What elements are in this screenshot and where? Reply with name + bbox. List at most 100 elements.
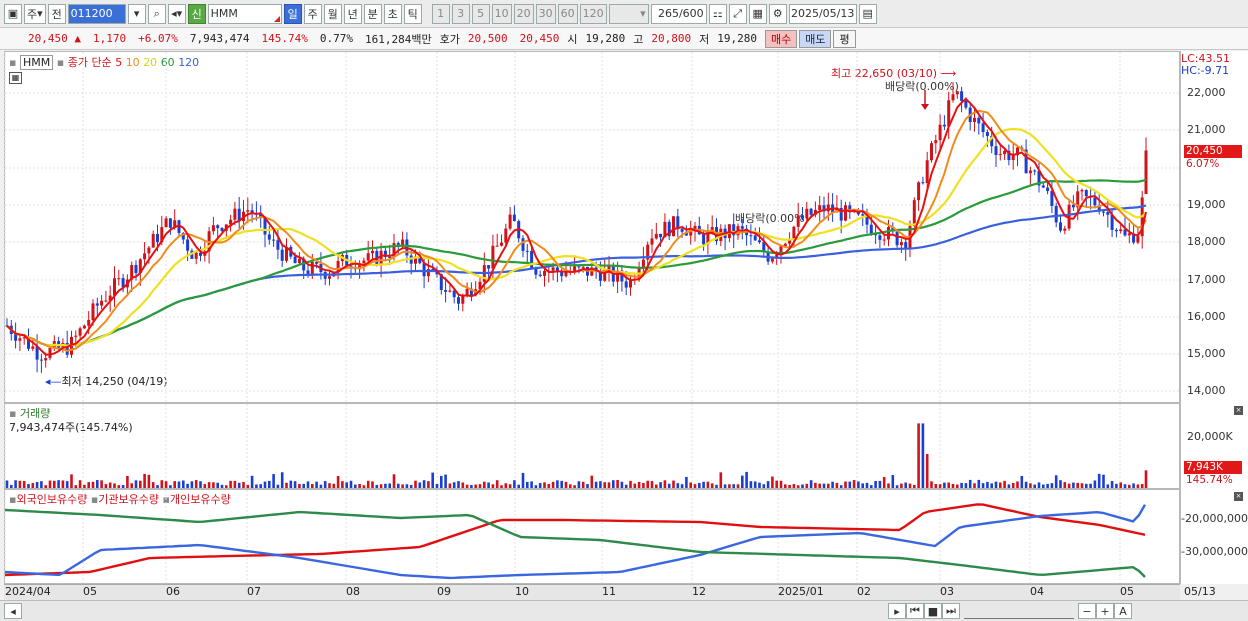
volume-bar [272, 474, 275, 488]
candle-body [211, 225, 215, 232]
volume-bar [104, 484, 108, 488]
volume-bar [698, 483, 701, 488]
volume-bar [1029, 483, 1032, 488]
candle-body [882, 239, 886, 241]
candle-body [297, 258, 301, 264]
volume-bar [139, 480, 142, 488]
volume-bar [366, 480, 370, 488]
volume-bar [706, 481, 710, 488]
candle-body [1119, 229, 1123, 232]
volume-bar [414, 480, 417, 488]
volume-bar [805, 483, 809, 488]
candle-body [147, 247, 151, 254]
volume-bar [947, 482, 950, 488]
volume-bar [220, 484, 224, 488]
candle-body [293, 256, 297, 264]
volume-bar [749, 481, 753, 488]
volume-bar [121, 485, 125, 488]
candle-body [104, 300, 108, 302]
volume-bar [977, 479, 981, 488]
candle-body [500, 242, 503, 246]
x-tick-label: 09 [437, 585, 451, 598]
candle-body [422, 263, 426, 277]
candle-body [1059, 222, 1062, 231]
x-tick-label: 12 [692, 585, 706, 598]
x-tick-label: 05 [1120, 585, 1134, 598]
volume-bar [521, 472, 525, 488]
candle-body [1028, 170, 1032, 174]
volume-bar [397, 483, 400, 488]
volume-bar [83, 484, 86, 488]
volume-bar [379, 484, 383, 488]
volume-bar [526, 481, 529, 488]
candle-body [371, 250, 374, 254]
candle-body [267, 234, 271, 240]
candle-body [512, 214, 516, 222]
volume-bar [96, 480, 99, 488]
candle-body [233, 208, 237, 220]
volume-bar [478, 484, 482, 488]
x-tick-label: 11 [602, 585, 616, 598]
volume-bar [1140, 484, 1144, 488]
volume-bar [680, 484, 684, 488]
volume-bar [319, 484, 323, 488]
volume-bar [581, 481, 585, 488]
volume-bar [908, 483, 912, 488]
volume-bar [1085, 483, 1088, 488]
volume-bar [384, 483, 387, 488]
volume-bar [1080, 483, 1084, 488]
volume-bar [263, 481, 267, 488]
x-tick-label: 02 [857, 585, 871, 598]
volume-bar [968, 479, 972, 488]
volume-bar [530, 481, 533, 488]
volume-bar [311, 483, 314, 488]
candle-body [1084, 190, 1088, 197]
candle-body [280, 249, 284, 261]
candle-body [973, 117, 976, 122]
candle-body [770, 258, 774, 262]
volume-bar [960, 482, 963, 488]
candle-body [48, 348, 52, 359]
volume-bar [465, 484, 469, 488]
volume-bar [603, 482, 606, 488]
volume-bar [956, 484, 959, 488]
candle-body [362, 260, 366, 264]
candle-body [151, 233, 155, 248]
volume-bar [1042, 484, 1045, 488]
volume-bar [5, 480, 9, 488]
candle-body [809, 208, 813, 215]
volume-bar [156, 485, 159, 488]
volume-bar [551, 481, 555, 488]
candle-body [912, 200, 916, 226]
volume-bar [689, 482, 692, 488]
volume-bar [710, 483, 714, 488]
volume-bar [719, 472, 723, 488]
volume-bar [280, 472, 284, 488]
volume-bar [1020, 476, 1024, 488]
x-tick-label: 10 [515, 585, 529, 598]
volume-bar [904, 482, 907, 488]
candle-body [758, 240, 761, 243]
candle-body [560, 271, 564, 277]
volume-bar [65, 481, 69, 488]
candle-body [753, 235, 757, 241]
volume-bar [117, 485, 121, 488]
volume-bar [1046, 483, 1049, 488]
candle-body [977, 117, 981, 124]
volume-bar [809, 480, 813, 488]
volume-bar [358, 483, 361, 488]
volume-bar [517, 484, 520, 488]
candle-body [1063, 228, 1067, 231]
volume-bar [1063, 482, 1067, 488]
volume-bar [48, 480, 52, 488]
volume-bar [513, 480, 516, 488]
volume-bar [599, 481, 602, 488]
volume-bar [827, 483, 830, 488]
candle-body [39, 359, 43, 361]
volume-bar [87, 482, 90, 488]
volume-bar [986, 481, 989, 488]
x-tick-label: 06 [166, 585, 180, 598]
volume-bar [663, 480, 667, 488]
volume-bar [741, 475, 744, 488]
volume-bar [637, 481, 641, 488]
